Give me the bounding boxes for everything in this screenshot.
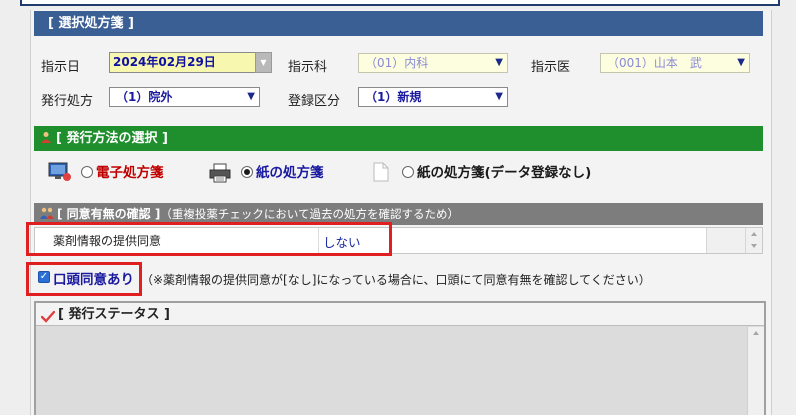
radio-circle-selected[interactable] <box>241 166 253 178</box>
e-prescription-icon <box>48 162 72 186</box>
table-scrollbar[interactable] <box>745 228 762 253</box>
document-icon <box>373 162 389 186</box>
doctor-value: （001）山本 武 <box>607 56 702 70</box>
radio-e-prescription-label: 電子処方箋 <box>96 165 164 181</box>
dept-select[interactable]: （01）内科 ▼ <box>358 53 508 73</box>
scroll-down-arrow-icon[interactable] <box>751 244 757 248</box>
person-icon <box>40 127 52 143</box>
issue-method-header: [ 発行方法の選択 ] <box>34 126 763 151</box>
dept-label: 指示科 <box>288 60 328 75</box>
status-header: [ 発行ステータス ] <box>36 303 764 326</box>
issue-method-title: [ 発行方法の選択 ] <box>56 131 168 146</box>
radio-circle[interactable] <box>81 166 93 178</box>
table-scroll-area <box>706 228 762 253</box>
issue-label: 発行処方 <box>41 94 94 109</box>
status-title: [ 発行ステータス ] <box>58 307 170 322</box>
top-frame-line <box>20 0 780 6</box>
chevron-down-icon: ▼ <box>495 91 503 102</box>
reg-select[interactable]: （1）新規 ▼ <box>358 87 508 107</box>
dept-value: （01）内科 <box>365 56 429 70</box>
radio-paper-prescription-label: 紙の処方箋 <box>256 165 324 181</box>
doctor-select[interactable]: （001）山本 武 ▼ <box>600 53 750 73</box>
date-label: 指示日 <box>41 60 81 75</box>
chevron-down-icon: ▼ <box>495 57 503 68</box>
date-field[interactable]: 2024年02月29日 ▼ <box>109 52 272 73</box>
radio-circle[interactable] <box>402 166 414 178</box>
radio-paper-no-data[interactable]: 紙の処方箋(データ登録なし) <box>402 163 591 183</box>
radio-e-prescription[interactable]: 電子処方箋 <box>81 163 164 183</box>
highlight-verbal-consent <box>26 262 142 296</box>
reg-label: 登録区分 <box>288 94 341 109</box>
selected-prescription-header: [ 選択処方箋 ] <box>34 11 763 36</box>
status-scrollbar[interactable] <box>747 327 764 415</box>
reg-value: （1）新規 <box>365 90 422 104</box>
issue-value: （1）院外 <box>116 90 173 104</box>
status-panel: [ 発行ステータス ] <box>34 301 766 415</box>
scroll-up-arrow-icon[interactable] <box>751 232 757 236</box>
people-icon <box>40 204 54 219</box>
checkmark-icon <box>40 308 56 331</box>
calendar-dropdown-button[interactable]: ▼ <box>255 52 272 73</box>
doctor-label: 指示医 <box>531 60 571 75</box>
date-value: 2024年02月29日 <box>113 55 216 69</box>
scroll-up-arrow-icon[interactable] <box>753 331 759 335</box>
verbal-consent-note: （※薬剤情報の提供同意が[なし]になっている場合に、口頭にて同意有無を確認してく… <box>141 273 651 287</box>
consent-title: [ 同意有無の確認 ] <box>57 207 161 221</box>
issue-select[interactable]: （1）院外 ▼ <box>109 87 260 107</box>
printer-icon <box>208 163 232 187</box>
highlight-consent-row <box>26 222 392 256</box>
chevron-down-icon: ▼ <box>737 57 745 68</box>
consent-subtitle: （重複投薬チェックにおいて過去の処方を確認するため） <box>160 207 459 221</box>
chevron-down-icon: ▼ <box>247 91 255 102</box>
radio-paper-no-data-label: 紙の処方箋(データ登録なし) <box>417 165 592 181</box>
radio-paper-prescription[interactable]: 紙の処方箋 <box>241 163 324 183</box>
